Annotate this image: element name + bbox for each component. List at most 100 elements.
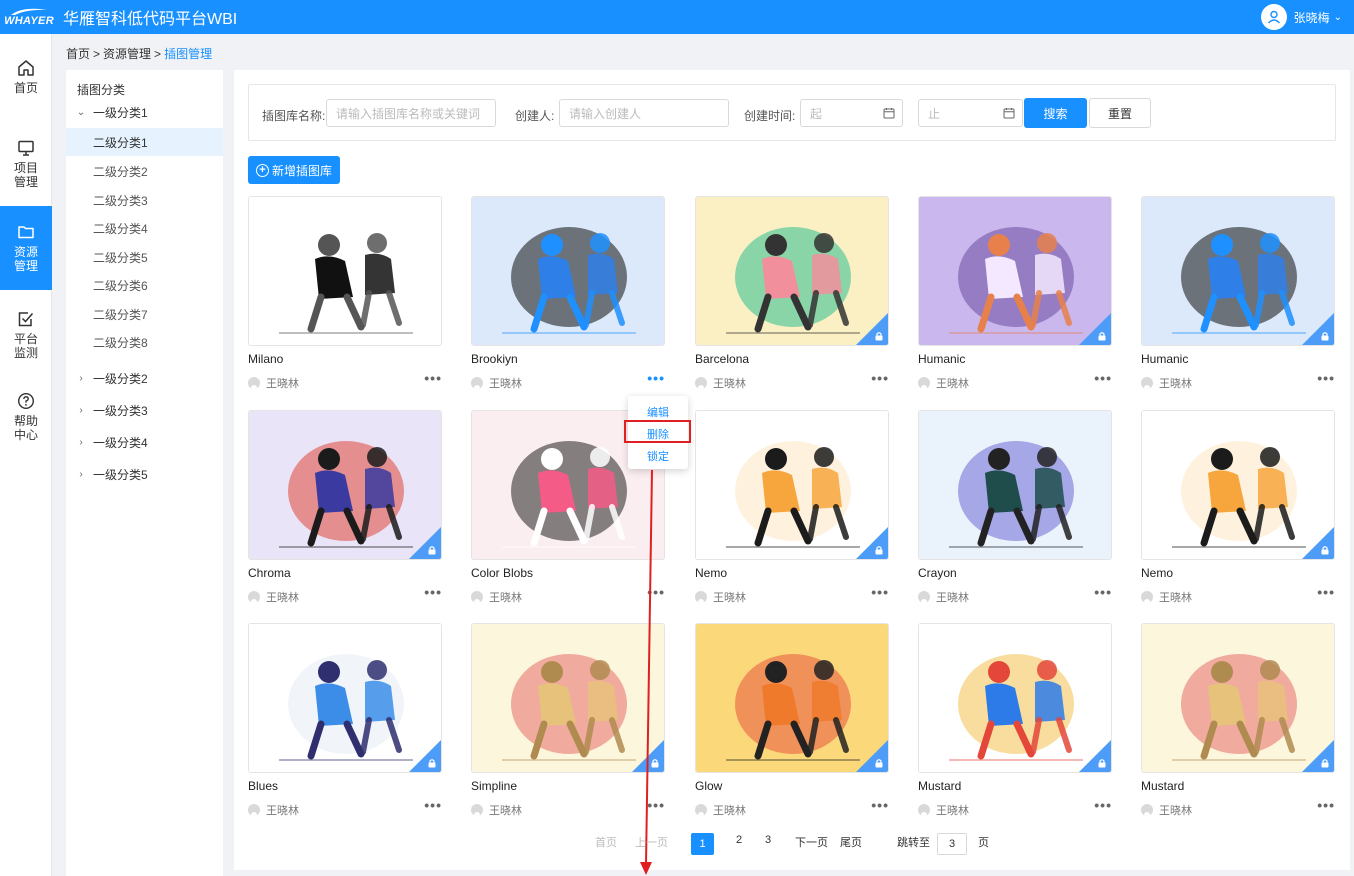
chevron-right-icon[interactable]: › [69, 373, 93, 384]
illustration-thumbnail[interactable] [248, 623, 442, 773]
tree-node-level1-2[interactable]: › 一级分类2 [66, 364, 223, 392]
illustration-thumbnail[interactable] [471, 196, 665, 346]
page-2[interactable]: 2 [736, 834, 742, 846]
more-options-icon[interactable]: ••• [1317, 371, 1335, 385]
tree-node-label[interactable]: 一级分类2 [93, 370, 148, 387]
author-name: 王晓林 [936, 378, 969, 390]
tree-child-4[interactable]: 二级分类4 [66, 214, 223, 242]
user-menu[interactable]: 张晓梅 ⌄ [1260, 0, 1342, 34]
illustration-thumbnail[interactable] [248, 196, 442, 346]
illustration-card[interactable]: Mustard 王晓林 ••• [918, 623, 1112, 823]
illustration-card[interactable]: Milano 王晓林 ••• [248, 196, 442, 396]
more-options-icon[interactable]: ••• [871, 585, 889, 599]
page-next[interactable]: 下一页 [795, 834, 828, 850]
more-options-icon[interactable]: ••• [1094, 585, 1112, 599]
breadcrumb-home[interactable]: 首页 [66, 47, 90, 61]
tree-child-7[interactable]: 二级分类7 [66, 300, 223, 328]
search-button[interactable]: 搜索 [1024, 98, 1087, 128]
page-last[interactable]: 尾页 [840, 834, 862, 850]
illustration-card[interactable]: Chroma 王晓林 ••• [248, 410, 442, 610]
chevron-down-icon[interactable]: ⌄ [1334, 12, 1342, 23]
illustration-thumbnail[interactable] [1141, 623, 1335, 773]
more-options-icon[interactable]: ••• [1317, 585, 1335, 599]
more-options-icon[interactable]: ••• [424, 798, 442, 812]
more-options-icon[interactable]: ••• [1094, 371, 1112, 385]
chevron-down-icon[interactable]: ⌄ [69, 107, 93, 118]
more-options-icon[interactable]: ••• [871, 371, 889, 385]
illustration-thumbnail[interactable] [1141, 410, 1335, 560]
illustration-card[interactable]: Barcelona 王晓林 ••• [695, 196, 889, 396]
card-title: Blues [248, 779, 279, 793]
tree-node-level1-3[interactable]: › 一级分类3 [66, 396, 223, 424]
chevron-right-icon[interactable]: › [69, 469, 93, 480]
tree-child-3[interactable]: 二级分类3 [66, 186, 223, 214]
illustration-thumbnail[interactable] [1141, 196, 1335, 346]
breadcrumb-resources[interactable]: 资源管理 [103, 47, 151, 61]
nav-home[interactable]: 首页 [0, 57, 52, 101]
user-name[interactable]: 张晓梅 [1294, 9, 1330, 26]
illustration-thumbnail[interactable] [918, 410, 1112, 560]
tree-node-level1-5[interactable]: › 一级分类5 [66, 460, 223, 488]
illustration-card[interactable]: Humanic 王晓林 ••• [918, 196, 1112, 396]
tree-child-5[interactable]: 二级分类5 [66, 243, 223, 271]
illustration-thumbnail[interactable] [918, 196, 1112, 346]
card-author: 王晓林 [1141, 375, 1192, 391]
card-author: 王晓林 [695, 589, 746, 605]
add-library-button[interactable]: + 新增插图库 [248, 156, 340, 184]
illustration-thumbnail[interactable] [695, 196, 889, 346]
user-avatar-icon [695, 377, 707, 389]
lock-icon [1321, 332, 1329, 341]
illustration-card[interactable]: Simpline 王晓林 ••• [471, 623, 665, 823]
illustration-thumbnail[interactable] [471, 623, 665, 773]
tree-child-6[interactable]: 二级分类6 [66, 271, 223, 299]
nav-projects[interactable]: 项目管理 [0, 137, 52, 195]
page-first[interactable]: 首页 [595, 834, 617, 850]
nav-home-label: 首页 [13, 81, 38, 95]
creator-input[interactable]: 请输入创建人 [559, 99, 729, 127]
tree-node-level1-1[interactable]: ⌄ 一级分类1 [66, 98, 223, 126]
tree-node-label[interactable]: 一级分类5 [93, 466, 148, 483]
tree-child-2[interactable]: 二级分类2 [66, 157, 223, 185]
page-1[interactable]: 1 [691, 833, 714, 855]
end-date-input[interactable]: 止 [918, 99, 1023, 127]
illustration-card[interactable]: Nemo 王晓林 ••• [695, 410, 889, 610]
more-options-icon[interactable]: ••• [424, 371, 442, 385]
tree-node-level1-4[interactable]: › 一级分类4 [66, 428, 223, 456]
page-3[interactable]: 3 [765, 834, 771, 846]
illustration-thumbnail[interactable] [695, 623, 889, 773]
tree-node-label[interactable]: 一级分类1 [93, 104, 148, 121]
nav-monitoring[interactable]: 平台监测 [0, 308, 52, 366]
illustration-thumbnail[interactable] [695, 410, 889, 560]
nav-help[interactable]: 帮助中心 [0, 390, 52, 448]
more-options-icon[interactable]: ••• [647, 371, 665, 385]
start-date-input[interactable]: 起 [800, 99, 903, 127]
menu-lock[interactable]: 锁定 [628, 448, 688, 464]
illustration-card[interactable]: Crayon 王晓林 ••• [918, 410, 1112, 610]
user-avatar-icon[interactable] [1260, 4, 1287, 30]
tree-child-8[interactable]: 二级分类8 [66, 328, 223, 356]
illustration-card[interactable]: Humanic 王晓林 ••• [1141, 196, 1335, 396]
more-options-icon[interactable]: ••• [424, 585, 442, 599]
illustration-card[interactable]: Nemo 王晓林 ••• [1141, 410, 1335, 610]
more-options-icon[interactable]: ••• [871, 798, 889, 812]
illustration-thumbnail[interactable] [248, 410, 442, 560]
illustration-card[interactable]: Glow 王晓林 ••• [695, 623, 889, 823]
chevron-right-icon[interactable]: › [69, 405, 93, 416]
illustration-thumbnail[interactable] [918, 623, 1112, 773]
chevron-right-icon[interactable]: › [69, 437, 93, 448]
illustration-card[interactable]: Brookiyn 王晓林 ••• [471, 196, 665, 396]
author-name: 王晓林 [489, 805, 522, 817]
illustration-card[interactable]: Blues 王晓林 ••• [248, 623, 442, 823]
menu-edit[interactable]: 编辑 [628, 404, 688, 420]
name-search-input[interactable]: 请输入插图库名称或关键词 [326, 99, 496, 127]
jump-page-input[interactable]: 3 [937, 833, 967, 855]
tree-node-label[interactable]: 一级分类3 [93, 402, 148, 419]
nav-resources[interactable]: 资源管理 [0, 206, 52, 290]
reset-button[interactable]: 重置 [1089, 98, 1151, 128]
more-options-icon[interactable]: ••• [1317, 798, 1335, 812]
illustration-card[interactable]: Mustard 王晓林 ••• [1141, 623, 1335, 823]
tree-child-1[interactable]: 二级分类1 [66, 128, 223, 156]
tree-node-label[interactable]: 一级分类4 [93, 434, 148, 451]
page-prev[interactable]: 上一页 [635, 834, 668, 850]
more-options-icon[interactable]: ••• [1094, 798, 1112, 812]
